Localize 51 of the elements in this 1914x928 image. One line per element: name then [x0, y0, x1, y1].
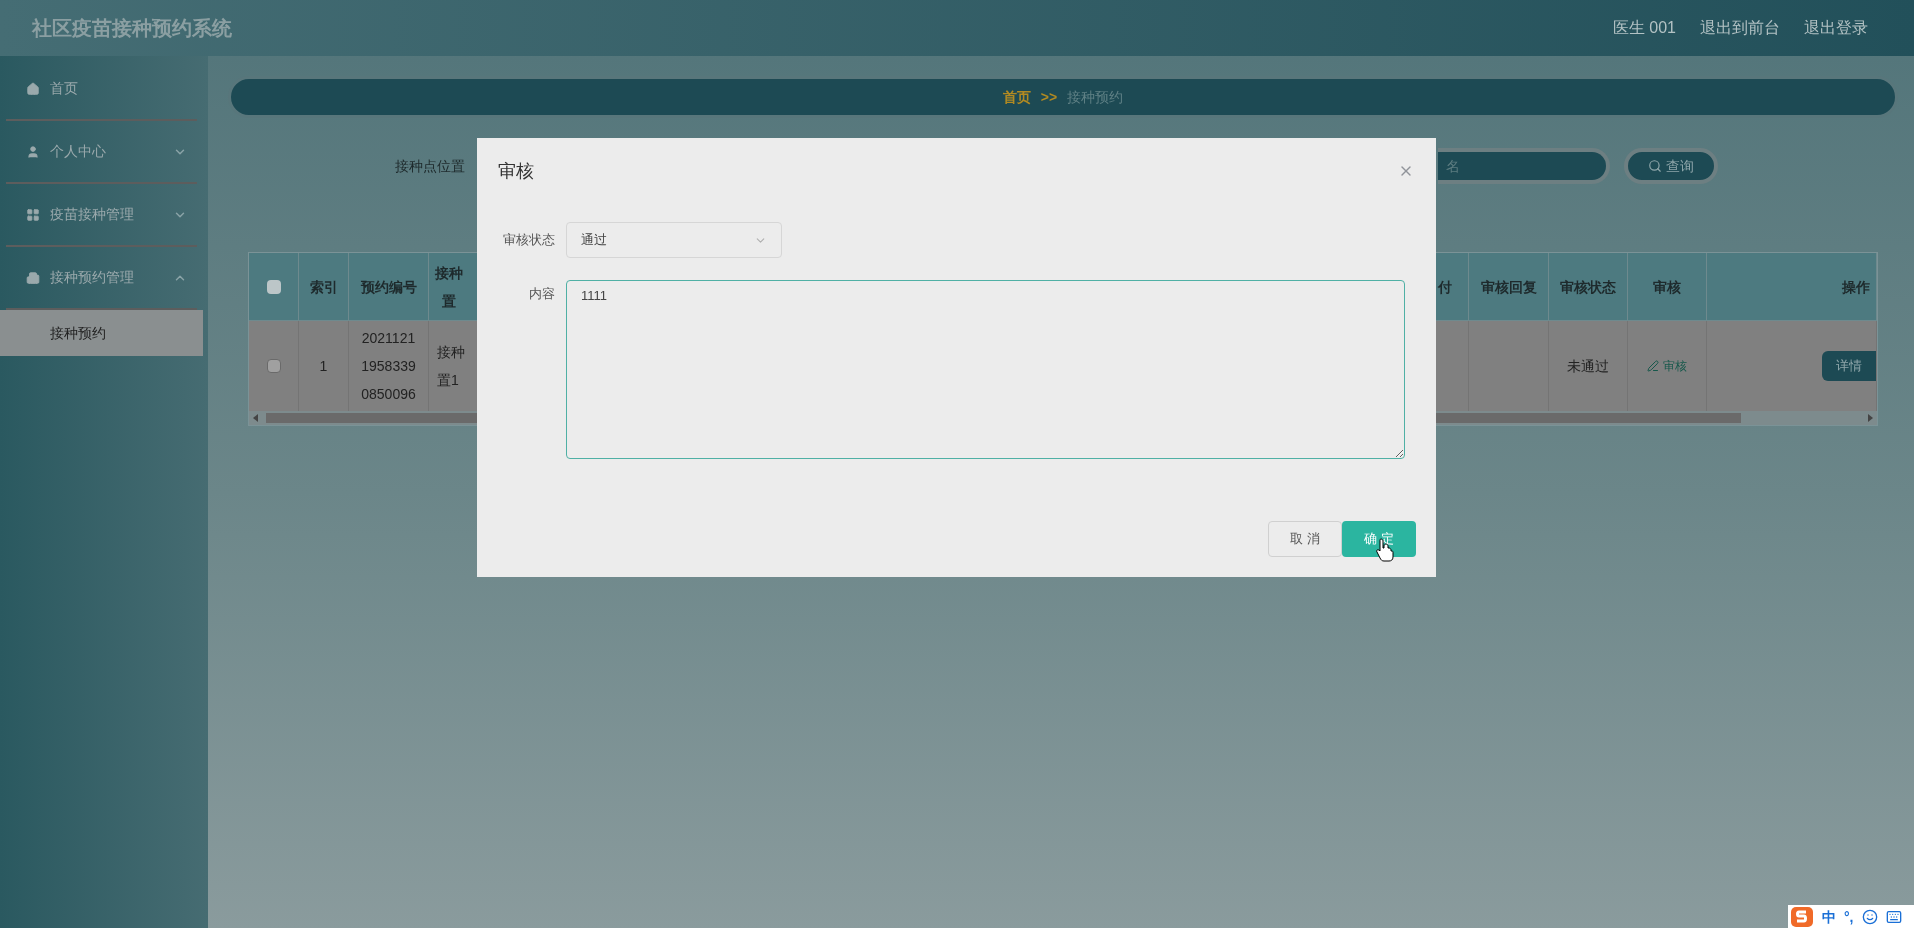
content-textarea[interactable]: 1111: [566, 280, 1405, 459]
sidebar-item[interactable]: 个人中心: [0, 121, 203, 182]
column-header: 审核状态: [1560, 277, 1616, 297]
column-header: 审核回复: [1480, 277, 1537, 297]
details-button[interactable]: 详情: [1822, 351, 1876, 381]
status-select[interactable]: 通过: [566, 222, 782, 258]
breadcrumb-current: 接种预约: [1067, 87, 1124, 107]
name-field[interactable]: 名: [1438, 148, 1610, 184]
field-label: 审核状态: [502, 231, 556, 249]
table-cell-text: 接种 置1: [437, 343, 465, 390]
menu-icon: [26, 207, 40, 222]
search-icon: [1648, 159, 1662, 173]
search-button[interactable]: 查询: [1624, 148, 1718, 184]
location-label: 接种点位置: [395, 156, 465, 176]
breadcrumb-link[interactable]: 首页: [1002, 86, 1031, 108]
menu-icon: [26, 144, 40, 159]
scroll-right-icon[interactable]: [1868, 414, 1873, 422]
column-header: 预约编号: [360, 277, 417, 297]
cancel-button[interactable]: 取 消: [1268, 521, 1342, 557]
input-method-logo[interactable]: [1790, 905, 1814, 928]
column-header: 接种 置: [435, 263, 463, 311]
sidebar-item[interactable]: 疫苗接种管理: [0, 184, 203, 245]
column-header: 审核: [1653, 277, 1681, 297]
table-cell-text: 2021121 1958339 0850096: [361, 329, 416, 404]
header-link[interactable]: 退出到前台: [1700, 16, 1780, 40]
scroll-left-icon[interactable]: [253, 414, 258, 422]
header-link[interactable]: 退出登录: [1804, 16, 1868, 40]
smiley-icon[interactable]: [1861, 908, 1878, 925]
menu-icon: [26, 270, 40, 285]
breadcrumb-separator: >>: [1040, 87, 1058, 107]
menu-icon: [26, 81, 40, 96]
column-header: 付: [1437, 277, 1452, 297]
name-input[interactable]: 名: [1446, 155, 1606, 177]
confirm-button[interactable]: 确 定: [1342, 521, 1416, 557]
keyboard-icon[interactable]: [1885, 908, 1902, 925]
header-link[interactable]: 医生 001: [1612, 16, 1676, 40]
dialog-title: 审核: [498, 159, 535, 183]
ime-mode-text[interactable]: °,: [1844, 909, 1854, 924]
select-all-checkbox[interactable]: [266, 279, 281, 294]
submenu-item[interactable]: 接种预约: [0, 310, 203, 356]
table-cell-text: 未通过: [1567, 357, 1609, 376]
column-header: 索引: [309, 277, 338, 297]
row-checkbox[interactable]: [266, 359, 281, 373]
ime-mode-text[interactable]: 中: [1822, 909, 1836, 924]
sidebar-item[interactable]: 首页: [0, 58, 203, 119]
app-title: 社区疫苗接种预约系统: [32, 16, 233, 41]
table-cell-text: 1: [319, 357, 328, 376]
pen-icon: [1647, 360, 1659, 372]
field-label: 内容: [528, 285, 556, 303]
sidebar-item[interactable]: 接种预约管理: [0, 247, 203, 308]
column-header: 操作: [1842, 277, 1870, 297]
